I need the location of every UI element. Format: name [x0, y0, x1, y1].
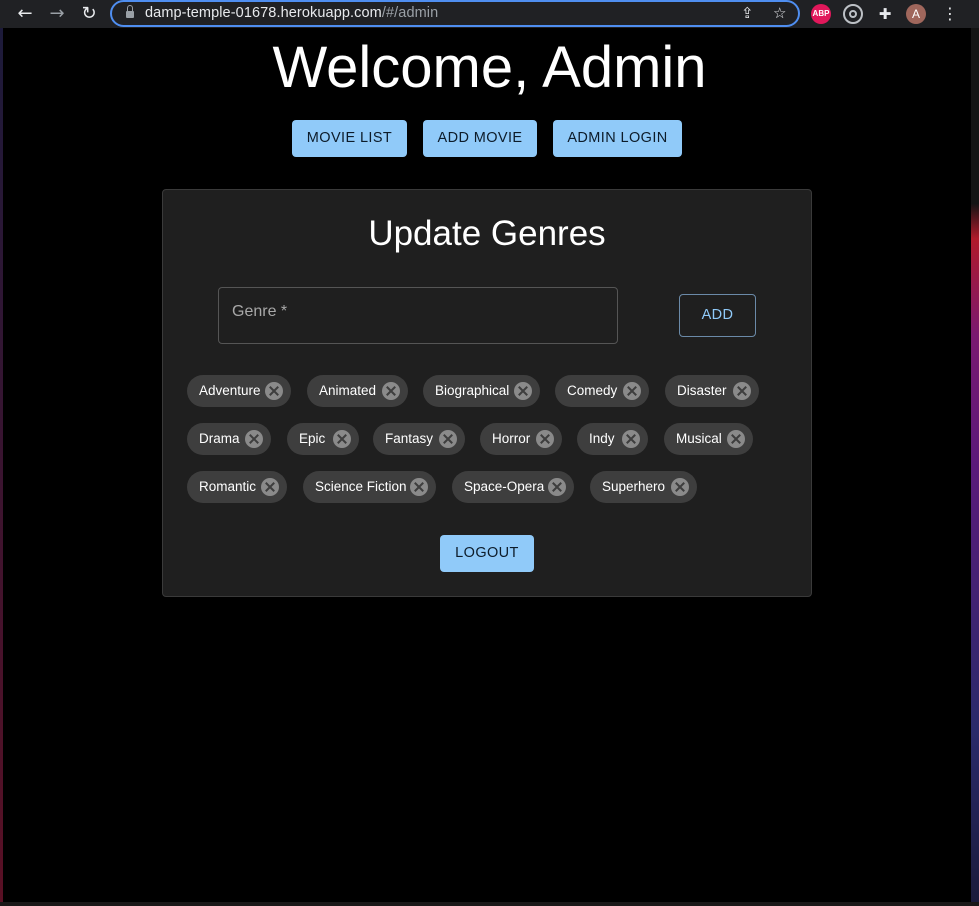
genre-chip: Disaster: [665, 375, 759, 407]
delete-chip-icon[interactable]: [623, 382, 641, 400]
delete-chip-icon[interactable]: [671, 478, 689, 496]
browser-menu-icon[interactable]: ⋮: [940, 4, 960, 24]
genre-field-label: Genre *: [232, 303, 288, 320]
back-arrow-icon[interactable]: ←: [14, 3, 36, 25]
genre-chip: Comedy: [555, 375, 649, 407]
delete-chip-icon[interactable]: [382, 382, 400, 400]
delete-chip-icon[interactable]: [536, 430, 554, 448]
genre-chip: Romantic: [187, 471, 287, 503]
admin-login-button[interactable]: ADMIN LOGIN: [553, 120, 682, 157]
target-extension-icon[interactable]: [843, 4, 863, 24]
page-title: Welcome, Admin: [272, 35, 707, 100]
delete-chip-icon[interactable]: [733, 382, 751, 400]
delete-chip-icon[interactable]: [727, 430, 745, 448]
genre-chip: Adventure: [187, 375, 291, 407]
window-edge-left: [0, 28, 3, 906]
window-edge-right: [971, 28, 979, 906]
window-edge-bottom: [0, 902, 979, 906]
browser-toolbar: ← → ↻ damp-temple-01678.herokuapp.com/#/…: [0, 0, 979, 28]
genre-chip: Space-Opera: [452, 471, 574, 503]
genre-chip: Animated: [307, 375, 408, 407]
movie-list-button[interactable]: MOVIE LIST: [292, 120, 407, 157]
url-text: damp-temple-01678.herokuapp.com/#/admin: [145, 5, 439, 21]
logout-button[interactable]: LOGOUT: [440, 535, 534, 572]
bookmark-star-icon[interactable]: ☆: [773, 4, 786, 22]
genre-chip: Fantasy: [373, 423, 465, 455]
profile-avatar[interactable]: A: [906, 4, 926, 24]
delete-chip-icon[interactable]: [245, 430, 263, 448]
delete-chip-icon[interactable]: [439, 430, 457, 448]
delete-chip-icon[interactable]: [514, 382, 532, 400]
delete-chip-icon[interactable]: [265, 382, 283, 400]
genre-chip: Biographical: [423, 375, 540, 407]
genre-chip: Musical: [664, 423, 753, 455]
delete-chip-icon[interactable]: [548, 478, 566, 496]
delete-chip-icon[interactable]: [410, 478, 428, 496]
genre-chip: Drama: [187, 423, 271, 455]
delete-chip-icon[interactable]: [261, 478, 279, 496]
address-bar[interactable]: damp-temple-01678.herokuapp.com/#/admin …: [110, 0, 800, 27]
update-genres-panel: Update Genres Genre * ADD Adventure Anim…: [162, 189, 812, 597]
add-genre-button[interactable]: ADD: [679, 294, 756, 337]
forward-arrow-icon[interactable]: →: [46, 3, 68, 25]
genre-chip: Superhero: [590, 471, 697, 503]
genre-chip: Epic: [287, 423, 359, 455]
genre-chip: Horror: [480, 423, 562, 455]
reload-icon[interactable]: ↻: [78, 3, 100, 25]
genre-chip: Indy: [577, 423, 648, 455]
add-movie-button[interactable]: ADD MOVIE: [423, 120, 537, 157]
share-icon[interactable]: ⇪: [741, 4, 754, 22]
adblock-extension-icon[interactable]: ABP: [811, 4, 831, 24]
genre-chip: Science Fiction: [303, 471, 436, 503]
delete-chip-icon[interactable]: [622, 430, 640, 448]
lock-icon: [126, 5, 134, 18]
panel-title: Update Genres: [368, 214, 606, 253]
extensions-puzzle-icon[interactable]: ✚: [875, 4, 895, 24]
delete-chip-icon[interactable]: [333, 430, 351, 448]
genre-input[interactable]: Genre *: [218, 287, 618, 344]
